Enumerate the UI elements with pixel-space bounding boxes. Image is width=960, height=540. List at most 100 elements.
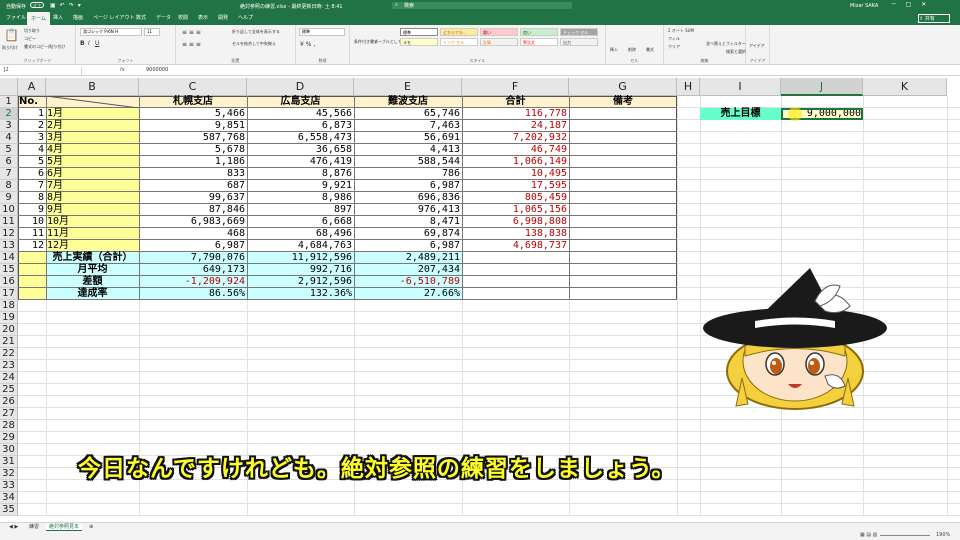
row-header-17[interactable]: 17 — [0, 288, 18, 300]
style-calculation[interactable]: 計算 — [480, 38, 518, 46]
minimize-icon[interactable]: ─ — [892, 1, 906, 8]
month-label[interactable]: 9月 — [46, 204, 139, 216]
tab-view[interactable]: 表示 — [198, 14, 208, 21]
undo-icon[interactable]: ↶ — [60, 2, 69, 9]
summary-namba[interactable]: 207,434 — [354, 264, 462, 276]
row-header-21[interactable]: 21 — [0, 336, 18, 348]
header-no[interactable]: No. — [18, 96, 46, 108]
namba-value[interactable]: 976,413 — [354, 204, 462, 216]
add-sheet-icon[interactable]: ⊕ — [86, 524, 96, 531]
sapporo-value[interactable]: 9,851 — [139, 120, 247, 132]
fill-button[interactable]: フィル — [668, 36, 680, 42]
redo-icon[interactable]: ↷ — [69, 2, 78, 9]
row-header-20[interactable]: 20 — [0, 324, 18, 336]
row-header-10[interactable]: 10 — [0, 204, 18, 216]
month-label[interactable]: 6月 — [46, 168, 139, 180]
row-no[interactable]: 8 — [18, 192, 46, 204]
summary-namba[interactable]: 27.66% — [354, 288, 462, 300]
namba-value[interactable]: 65,746 — [354, 108, 462, 120]
row-header-11[interactable]: 11 — [0, 216, 18, 228]
namba-value[interactable]: 6,987 — [354, 180, 462, 192]
column-header-b[interactable]: B — [46, 78, 139, 96]
align-icons[interactable]: ≡ ≡ ≡ — [182, 29, 201, 36]
row-header-16[interactable]: 16 — [0, 276, 18, 288]
sapporo-value[interactable]: 1,186 — [139, 156, 247, 168]
hiroshima-value[interactable]: 476,419 — [247, 156, 354, 168]
sapporo-value[interactable]: 6,983,669 — [139, 216, 247, 228]
search-box[interactable]: ⌕ 検索 — [392, 2, 572, 9]
month-label[interactable]: 4月 — [46, 144, 139, 156]
row-header-2[interactable]: 2 — [0, 108, 18, 120]
style-neutral[interactable]: どちらでも... — [440, 28, 478, 36]
hiroshima-value[interactable]: 45,566 — [247, 108, 354, 120]
tab-page-layout[interactable]: ページ レイアウト — [93, 14, 135, 21]
hiroshima-value[interactable]: 68,496 — [247, 228, 354, 240]
row-header-35[interactable]: 35 — [0, 504, 18, 516]
total-value[interactable]: 17,595 — [462, 180, 569, 192]
sapporo-value[interactable]: 6,987 — [139, 240, 247, 252]
sapporo-value[interactable]: 687 — [139, 180, 247, 192]
hiroshima-value[interactable]: 9,921 — [247, 180, 354, 192]
close-icon[interactable]: ✕ — [921, 1, 936, 8]
tab-home[interactable]: ホーム — [27, 12, 50, 25]
find-select-button[interactable]: 検索と選択 — [726, 49, 746, 55]
namba-value[interactable]: 786 — [354, 168, 462, 180]
share-button[interactable]: ⇪ 共有 — [918, 14, 950, 23]
hiroshima-value[interactable]: 6,668 — [247, 216, 354, 228]
row-header-8[interactable]: 8 — [0, 180, 18, 192]
row-header-6[interactable]: 6 — [0, 156, 18, 168]
namba-value[interactable]: 8,471 — [354, 216, 462, 228]
summary-hiroshima[interactable]: 2,912,596 — [247, 276, 354, 288]
hiroshima-value[interactable]: 897 — [247, 204, 354, 216]
currency-icon[interactable]: ¥ % , — [300, 41, 315, 48]
column-header-f[interactable]: F — [462, 78, 569, 96]
header-remarks[interactable]: 備考 — [569, 96, 677, 108]
hiroshima-value[interactable]: 8,986 — [247, 192, 354, 204]
total-value[interactable]: 24,187 — [462, 120, 569, 132]
summary-hiroshima[interactable]: 132.36% — [247, 288, 354, 300]
row-header-19[interactable]: 19 — [0, 312, 18, 324]
tab-draw[interactable]: 描画 — [73, 14, 83, 21]
row-header-29[interactable]: 29 — [0, 432, 18, 444]
zoom-slider[interactable] — [880, 535, 930, 536]
row-header-9[interactable]: 9 — [0, 192, 18, 204]
tab-file[interactable]: ファイル — [6, 14, 26, 21]
total-value[interactable]: 1,065,156 — [462, 204, 569, 216]
name-box[interactable]: J2 — [2, 67, 82, 75]
format-cells-button[interactable]: 書式 — [646, 47, 654, 53]
tab-formulas[interactable]: 数式 — [136, 14, 146, 21]
row-header-27[interactable]: 27 — [0, 408, 18, 420]
column-header-a[interactable]: A — [18, 78, 46, 96]
row-header-15[interactable]: 15 — [0, 264, 18, 276]
ideas-button[interactable]: アイデア — [749, 43, 765, 49]
sapporo-value[interactable]: 468 — [139, 228, 247, 240]
sort-filter-button[interactable]: 並べ替えとフィルター — [706, 41, 746, 47]
sapporo-value[interactable]: 833 — [139, 168, 247, 180]
row-header-34[interactable]: 34 — [0, 492, 18, 504]
row-header-30[interactable]: 30 — [0, 444, 18, 456]
column-header-k[interactable]: K — [863, 78, 947, 96]
namba-value[interactable]: 6,987 — [354, 240, 462, 252]
row-header-7[interactable]: 7 — [0, 168, 18, 180]
row-header-23[interactable]: 23 — [0, 360, 18, 372]
month-label[interactable]: 5月 — [46, 156, 139, 168]
row-header-12[interactable]: 12 — [0, 228, 18, 240]
month-label[interactable]: 1月 — [46, 108, 139, 120]
namba-value[interactable]: 69,874 — [354, 228, 462, 240]
summary-sapporo[interactable]: 86.56% — [139, 288, 247, 300]
row-header-33[interactable]: 33 — [0, 480, 18, 492]
tab-review[interactable]: 校閲 — [178, 14, 188, 21]
row-header-4[interactable]: 4 — [0, 132, 18, 144]
header-total[interactable]: 合計 — [462, 96, 569, 108]
view-icons[interactable]: ▦ ▤ ▥ — [860, 532, 877, 538]
row-header-28[interactable]: 28 — [0, 420, 18, 432]
summary-label[interactable]: 月平均 — [46, 264, 139, 276]
font-size-box[interactable]: 11 — [144, 28, 160, 36]
summary-sapporo[interactable]: 649,173 — [139, 264, 247, 276]
save-icon[interactable]: ▣ — [50, 2, 60, 9]
style-note[interactable]: メモ — [400, 38, 438, 46]
row-no[interactable]: 5 — [18, 156, 46, 168]
bold-icon[interactable]: B — [80, 40, 85, 47]
total-value[interactable]: 1,066,149 — [462, 156, 569, 168]
row-header-31[interactable]: 31 — [0, 456, 18, 468]
